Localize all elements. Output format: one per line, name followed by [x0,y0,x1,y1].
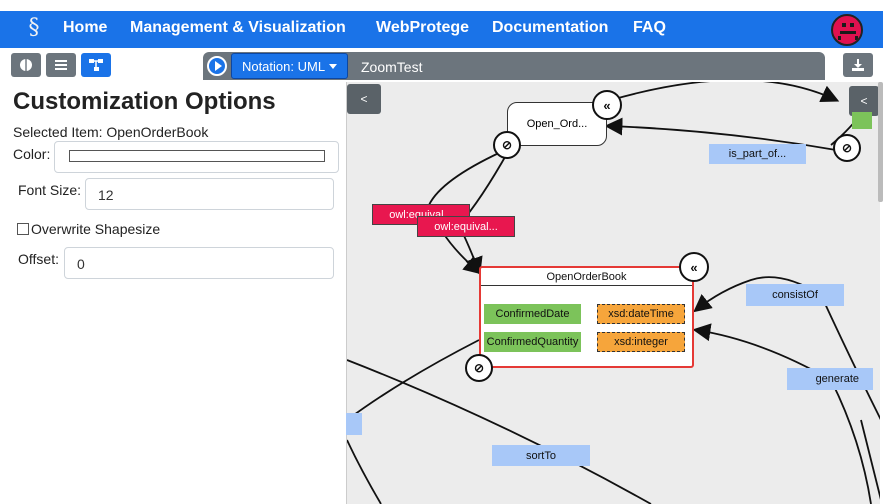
notation-label: Notation: UML [241,58,326,74]
download-icon [852,59,864,71]
list-icon [55,60,67,70]
graph-title: ZoomTest [361,59,423,75]
hide-icon[interactable]: ⊘ [833,134,861,162]
hide-icon[interactable]: ⊘ [493,131,521,159]
attribute-name[interactable]: ConfirmedDate [484,304,581,324]
attribute-type[interactable]: xsd:dateTime [597,304,685,324]
main-node-title: OpenOrderBook [546,271,627,283]
generate-label[interactable]: generate [787,368,873,390]
graph-icon [89,59,103,71]
play-icon[interactable] [207,56,227,76]
partial-property-label[interactable] [346,413,362,435]
caret-down-icon [329,63,338,69]
collapse-icon[interactable]: « [592,90,622,120]
equivalence-label-2[interactable]: owl:equival... [417,216,515,237]
color-swatch[interactable] [69,150,325,162]
list-view-button[interactable] [46,53,76,77]
font-size-input[interactable]: 12 [85,178,334,210]
sort-to-label[interactable]: sortTo [492,445,590,466]
top-navbar: § Home Management & Visualization WebPro… [0,11,883,48]
canvas-scrollbar[interactable] [878,82,883,202]
logo-icon[interactable]: § [20,14,48,42]
nav-webprotege[interactable]: WebProtege [376,19,469,37]
collapse-left-button[interactable]: < [347,84,381,114]
nav-management-visualization[interactable]: Management & Visualization [130,19,346,37]
notation-dropdown[interactable]: Notation: UML [231,53,348,79]
nav-faq[interactable]: FAQ [633,19,666,37]
attribute-name[interactable]: ConfirmedQuantity [484,332,581,352]
nav-home[interactable]: Home [63,19,107,37]
nav-documentation[interactable]: Documentation [492,19,608,37]
hide-icon[interactable]: ⊘ [465,354,493,382]
overwrite-shapesize-checkbox[interactable] [17,223,29,235]
main-node-divider [481,285,692,286]
color-label: Color: [13,146,51,162]
graph-view-button[interactable] [81,53,111,77]
offset-input[interactable]: 0 [64,247,334,279]
is-part-of-label[interactable]: is_part_of... [709,144,806,164]
open-order-book-node[interactable]: OpenOrderBook ConfirmedDate xsd:dateTime… [479,266,694,368]
color-field[interactable] [54,141,339,173]
collapse-icon[interactable]: « [679,252,709,282]
panel-title: Customization Options [13,88,276,115]
sidebar-toggle-icon [20,59,32,71]
attribute-type[interactable]: xsd:integer [597,332,685,352]
consist-of-label[interactable]: consistOf [746,284,844,306]
avatar-icon[interactable] [831,14,863,46]
app-root: § Home Management & Visualization WebPro… [0,0,883,504]
partial-attribute-node [852,112,872,129]
selected-item-text: Selected Item: OpenOrderBook [13,124,209,140]
font-size-label: Font Size: [18,182,82,198]
download-button[interactable] [843,53,873,77]
overwrite-shapesize-label: Overwrite Shapesize [31,221,161,237]
sidebar-toggle-button[interactable] [11,53,41,77]
offset-label: Offset: [18,251,59,267]
